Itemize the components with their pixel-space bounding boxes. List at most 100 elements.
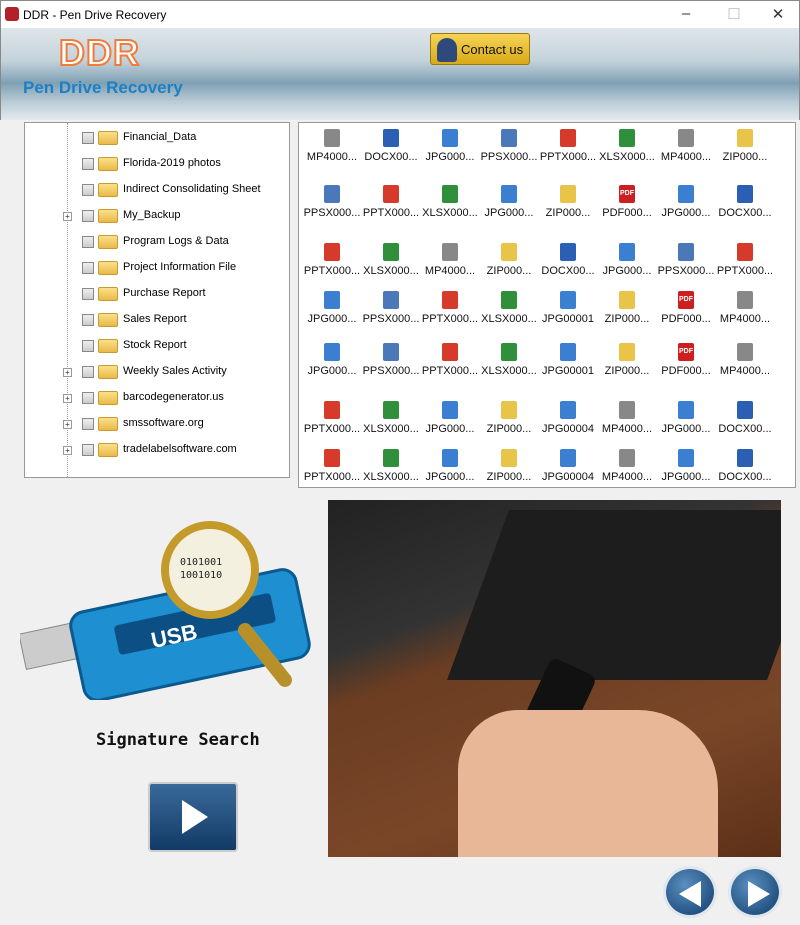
file-item[interactable]: PPSX000... bbox=[478, 129, 540, 163]
file-item[interactable]: JPG00001 bbox=[537, 343, 599, 377]
file-item[interactable]: ZIP000... bbox=[478, 243, 540, 277]
file-item[interactable]: PDF PDF000... bbox=[596, 185, 658, 219]
file-item[interactable]: XLSX000... bbox=[360, 449, 422, 483]
file-item[interactable]: DOCX00... bbox=[537, 243, 599, 277]
tree-item[interactable]: Project Information File bbox=[25, 258, 275, 278]
next-button[interactable] bbox=[728, 866, 782, 918]
checkbox[interactable] bbox=[82, 340, 94, 352]
tree-item[interactable]: + smssoftware.org bbox=[25, 414, 275, 434]
tree-item[interactable]: Purchase Report bbox=[25, 284, 275, 304]
file-item[interactable]: JPG000... bbox=[419, 401, 481, 435]
file-item[interactable]: JPG000... bbox=[419, 449, 481, 483]
file-item[interactable]: MP4000... bbox=[655, 129, 717, 163]
file-item[interactable]: ZIP000... bbox=[478, 449, 540, 483]
file-item[interactable]: JPG00004 bbox=[537, 401, 599, 435]
file-item[interactable]: PPTX000... bbox=[537, 129, 599, 163]
file-item[interactable]: ZIP000... bbox=[596, 343, 658, 377]
file-item[interactable]: PPTX000... bbox=[419, 343, 481, 377]
tree-item[interactable]: Indirect Consolidating Sheet bbox=[25, 180, 275, 200]
back-button[interactable] bbox=[663, 866, 717, 918]
file-item[interactable]: PPSX000... bbox=[360, 343, 422, 377]
tree-item[interactable]: + tradelabelsoftware.com bbox=[25, 440, 275, 460]
file-item[interactable]: DOCX00... bbox=[714, 185, 776, 219]
tree-item[interactable]: + barcodegenerator.us bbox=[25, 388, 275, 408]
file-item[interactable]: MP4000... bbox=[596, 401, 658, 435]
file-item[interactable]: XLSX000... bbox=[478, 343, 540, 377]
file-item[interactable]: ZIP000... bbox=[537, 185, 599, 219]
tree-item[interactable]: + My_Backup bbox=[25, 206, 275, 226]
checkbox[interactable] bbox=[82, 444, 94, 456]
file-item[interactable]: PPSX000... bbox=[655, 243, 717, 277]
file-item[interactable]: JPG000... bbox=[478, 185, 540, 219]
tree-item[interactable]: + Weekly Sales Activity bbox=[25, 362, 275, 382]
file-item[interactable]: DOCX00... bbox=[360, 129, 422, 163]
file-item[interactable]: DOCX00... bbox=[714, 449, 776, 483]
file-item[interactable]: JPG000... bbox=[596, 243, 658, 277]
folder-icon bbox=[98, 417, 118, 431]
file-item[interactable]: XLSX000... bbox=[360, 243, 422, 277]
maximize-button[interactable]: ☐ bbox=[719, 5, 749, 23]
checkbox[interactable] bbox=[82, 158, 94, 170]
checkbox[interactable] bbox=[82, 210, 94, 222]
file-item[interactable]: JPG000... bbox=[655, 401, 717, 435]
tree-item[interactable]: Sales Report bbox=[25, 310, 275, 330]
recovered-files-view[interactable]: MP4000... DOCX00... JPG000... PPSX000... PPT… bbox=[298, 122, 796, 488]
file-item[interactable]: XLSX000... bbox=[419, 185, 481, 219]
start-button[interactable] bbox=[148, 782, 238, 852]
file-item[interactable]: JPG000... bbox=[655, 449, 717, 483]
checkbox[interactable] bbox=[82, 236, 94, 248]
file-item[interactable]: JPG000... bbox=[301, 291, 363, 325]
checkbox[interactable] bbox=[82, 288, 94, 300]
expand-icon[interactable]: + bbox=[63, 212, 72, 221]
tree-item[interactable]: Program Logs & Data bbox=[25, 232, 275, 252]
checkbox[interactable] bbox=[82, 184, 94, 196]
checkbox[interactable] bbox=[82, 262, 94, 274]
file-item[interactable]: MP4000... bbox=[596, 449, 658, 483]
close-button[interactable]: ✕ bbox=[763, 5, 793, 23]
jpg-file-icon bbox=[442, 129, 458, 147]
expand-icon[interactable]: + bbox=[63, 394, 72, 403]
file-item[interactable]: PDF PDF000... bbox=[655, 291, 717, 325]
file-item[interactable]: PPSX000... bbox=[301, 185, 363, 219]
file-item[interactable]: PPTX000... bbox=[419, 291, 481, 325]
file-item[interactable]: ZIP000... bbox=[596, 291, 658, 325]
tree-item[interactable]: Stock Report bbox=[25, 336, 275, 356]
tree-item[interactable]: Florida-2019 photos bbox=[25, 154, 275, 174]
file-item[interactable]: PPTX000... bbox=[714, 243, 776, 277]
file-item[interactable]: JPG00004 bbox=[537, 449, 599, 483]
checkbox[interactable] bbox=[82, 314, 94, 326]
file-item[interactable]: MP4000... bbox=[714, 291, 776, 325]
file-item[interactable]: PPTX000... bbox=[301, 449, 363, 483]
file-item[interactable]: XLSX000... bbox=[360, 401, 422, 435]
minimize-button[interactable]: – bbox=[671, 5, 701, 22]
usb-magnifier-illustration: USB 0101001 1001010 bbox=[20, 521, 311, 700]
checkbox[interactable] bbox=[82, 392, 94, 404]
file-item[interactable]: MP4000... bbox=[714, 343, 776, 377]
expand-icon[interactable]: + bbox=[63, 446, 72, 455]
file-item[interactable]: ZIP000... bbox=[478, 401, 540, 435]
file-item[interactable]: JPG000... bbox=[419, 129, 481, 163]
file-item[interactable]: PPTX000... bbox=[301, 243, 363, 277]
file-item[interactable]: JPG000... bbox=[301, 343, 363, 377]
folder-tree[interactable]: Financial_Data Florida-2019 photos Indirec… bbox=[24, 122, 290, 478]
file-item[interactable]: XLSX000... bbox=[478, 291, 540, 325]
checkbox[interactable] bbox=[82, 132, 94, 144]
file-item[interactable]: MP4000... bbox=[419, 243, 481, 277]
file-item[interactable]: PPTX000... bbox=[301, 401, 363, 435]
checkbox[interactable] bbox=[82, 418, 94, 430]
file-item[interactable]: PPTX000... bbox=[360, 185, 422, 219]
file-item[interactable]: DOCX00... bbox=[714, 401, 776, 435]
tree-item[interactable]: Financial_Data bbox=[25, 128, 275, 148]
file-item[interactable]: PDF PDF000... bbox=[655, 343, 717, 377]
expand-icon[interactable]: + bbox=[63, 368, 72, 377]
file-item[interactable]: MP4000... bbox=[301, 129, 363, 163]
file-item[interactable]: JPG00001 bbox=[537, 291, 599, 325]
file-item[interactable]: PPSX000... bbox=[360, 291, 422, 325]
expand-icon[interactable]: + bbox=[63, 420, 72, 429]
contact-us-button[interactable]: Contact us bbox=[430, 33, 530, 65]
checkbox[interactable] bbox=[82, 366, 94, 378]
file-item[interactable]: ZIP000... bbox=[714, 129, 776, 163]
file-item[interactable]: JPG000... bbox=[655, 185, 717, 219]
file-name: ZIP000... bbox=[486, 471, 532, 483]
file-item[interactable]: XLSX000... bbox=[596, 129, 658, 163]
